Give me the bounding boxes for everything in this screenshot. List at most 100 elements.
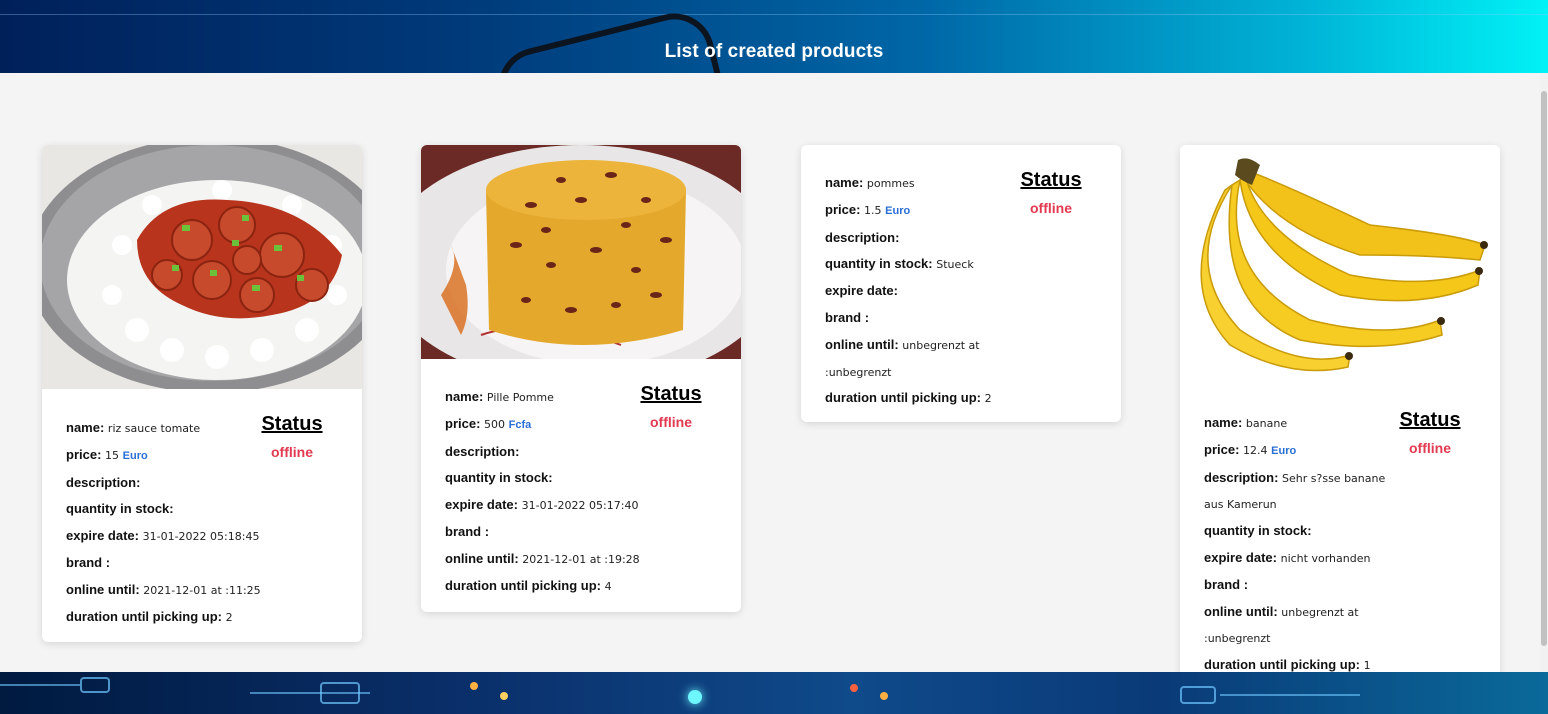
field-label: name: (445, 389, 484, 404)
field-label: online until: (825, 336, 899, 352)
circuit-node (80, 677, 110, 693)
currency: Euro (122, 449, 148, 462)
name-value: riz sauce tomate (107, 422, 201, 435)
field-label: duration until picking up: (825, 390, 981, 406)
field-online: online until: 2021-12-01 at :11:25 (66, 577, 338, 604)
duration-value: 4 (604, 579, 612, 593)
field-name: name: riz sauce tomate (66, 415, 338, 442)
field-label: expire date: (1204, 549, 1277, 565)
field-expire: expire date: 31-01-2022 05:18:45 (66, 523, 338, 550)
product-image (421, 145, 741, 359)
field-label: expire date: (445, 497, 518, 513)
field-label: quantity in stock: (1204, 523, 1312, 539)
page-scrollbar[interactable] (1540, 73, 1548, 672)
product-image (1180, 145, 1500, 385)
field-description: description: (66, 470, 338, 497)
field-description-continued: aus Kamerun (1204, 491, 1476, 518)
field-label: description: (1204, 469, 1279, 485)
product-card[interactable]: Status offline name: banane price: 12.4 … (1180, 145, 1500, 685)
circuit-node (1180, 686, 1216, 704)
field-online: online until: unbegrenzt at (825, 332, 1097, 359)
field-online-continued: :unbegrenzt (1204, 625, 1476, 652)
online-value-continued: :unbegrenzt (825, 365, 892, 379)
field-quantity: quantity in stock: Stueck (825, 251, 1097, 278)
online-value: 2021-12-01 at :19:28 (522, 552, 640, 566)
scrollbar-thumb[interactable] (1541, 91, 1547, 646)
product-card[interactable]: Status offline name: riz sauce tomate pr… (42, 145, 362, 642)
field-brand: brand : (825, 305, 1097, 332)
currency: Euro (1271, 444, 1297, 457)
page-footer (0, 672, 1548, 714)
field-price: price: 500 Fcfa (445, 411, 717, 439)
description-value: Sehr s?sse banane (1282, 471, 1386, 485)
field-label: brand : (1204, 576, 1249, 592)
field-label: price: (825, 201, 861, 217)
duration-value: 1 (1363, 659, 1371, 673)
product-fields: name: banane price: 12.4 Euro descriptio… (1204, 410, 1476, 679)
circuit-dot (470, 682, 478, 690)
online-value: unbegrenzt at (902, 338, 980, 352)
duration-value: 2 (984, 392, 992, 406)
expire-value: 31-01-2022 05:17:40 (521, 499, 639, 513)
circuit-dot (688, 690, 702, 704)
field-brand: brand : (1204, 572, 1476, 599)
field-label: description: (66, 474, 141, 490)
field-label: name: (825, 175, 864, 190)
online-value: 2021-12-01 at :11:25 (143, 583, 261, 597)
product-details: Status offline name: pommes price: 1.5 E… (801, 145, 1121, 412)
field-label: expire date: (825, 283, 898, 299)
page-title: List of created products (664, 41, 884, 62)
field-label: description: (445, 443, 520, 459)
field-description: description: Sehr s?sse banane (1204, 465, 1476, 492)
currency: Euro (885, 204, 911, 217)
field-label: quantity in stock: (66, 501, 174, 517)
field-label: online until: (66, 581, 140, 597)
product-details: Status offline name: Pille Pomme price: … (421, 359, 741, 599)
field-expire: expire date: 31-01-2022 05:17:40 (445, 492, 717, 519)
name-value: Pille Pomme (486, 391, 554, 404)
field-price: price: 15 Euro (66, 442, 338, 470)
field-duration: duration until picking up: 2 (825, 385, 1097, 412)
field-label: name: (1204, 415, 1243, 430)
field-label: brand : (445, 523, 490, 539)
product-card[interactable]: Status offline name: Pille Pomme price: … (421, 145, 741, 612)
field-label: price: (1204, 441, 1240, 457)
field-label: duration until picking up: (445, 577, 601, 593)
description-value-continued: aus Kamerun (1204, 498, 1277, 512)
circuit-line (1220, 694, 1360, 696)
field-quantity: quantity in stock: (445, 465, 717, 492)
yellow-cake-image (421, 145, 741, 359)
product-details: Status offline name: riz sauce tomate pr… (42, 389, 362, 630)
product-fields: name: Pille Pomme price: 500 Fcfa descri… (445, 384, 717, 599)
rice-dish-image (42, 145, 362, 389)
field-label: name: (66, 420, 105, 435)
price-value: 15 (105, 448, 120, 462)
field-online-continued: :unbegrenzt (825, 359, 1097, 386)
quantity-value: Stueck (936, 258, 974, 272)
product-fields: name: riz sauce tomate price: 15 Euro de… (66, 415, 338, 630)
field-duration: duration until picking up: 2 (66, 604, 338, 631)
field-duration: duration until picking up: 4 (445, 573, 717, 600)
circuit-dot (880, 692, 888, 700)
field-price: price: 1.5 Euro (825, 197, 1097, 225)
product-card[interactable]: Status offline name: pommes price: 1.5 E… (801, 145, 1121, 422)
field-label: quantity in stock: (445, 470, 553, 486)
expire-value: 31-01-2022 05:18:45 (142, 530, 260, 544)
duration-value: 2 (225, 610, 233, 624)
circuit-dot (500, 692, 508, 700)
field-label: duration until picking up: (1204, 657, 1360, 673)
field-name: name: pommes (825, 170, 1097, 197)
field-online: online until: unbegrenzt at (1204, 599, 1476, 626)
field-quantity: quantity in stock: (1204, 518, 1476, 545)
expire-value: nicht vorhanden (1280, 551, 1371, 565)
online-value: unbegrenzt at (1281, 605, 1359, 619)
field-label: online until: (445, 550, 519, 566)
field-quantity: quantity in stock: (66, 496, 338, 523)
field-label: expire date: (66, 528, 139, 544)
name-value: pommes (866, 177, 915, 190)
circuit-line (0, 684, 80, 686)
name-value: banane (1245, 417, 1288, 430)
field-expire: expire date: (825, 278, 1097, 305)
price-value: 1.5 (864, 203, 882, 217)
field-label: online until: (1204, 603, 1278, 619)
